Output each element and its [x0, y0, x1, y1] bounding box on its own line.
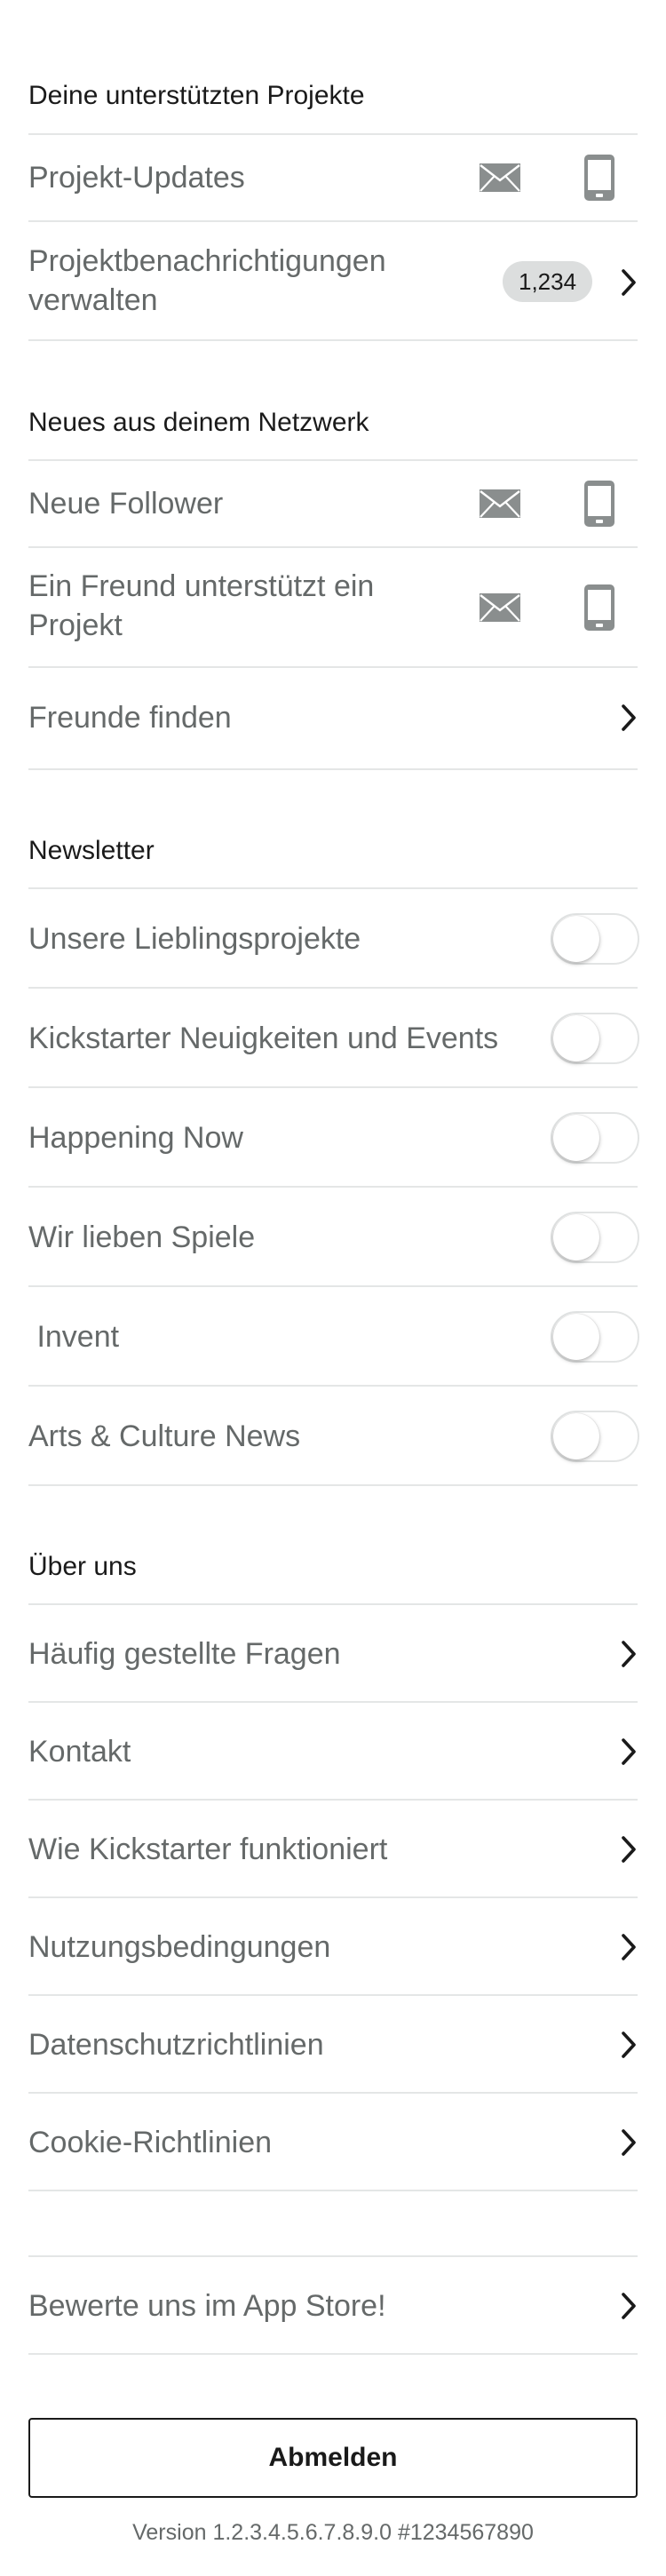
rate-app-label: Bewerte uns im App Store!: [28, 2289, 386, 2323]
divider: [28, 1285, 638, 1287]
toggle-knob: [553, 916, 599, 962]
chevron-right-icon: [622, 2031, 636, 2058]
chevron-right-icon: [622, 2129, 636, 2156]
divider: [28, 887, 638, 889]
mail-icon[interactable]: [480, 593, 520, 622]
row-label-manage-notifications-line1: Projektbenachrichtigungen: [28, 244, 386, 278]
divider: [28, 1484, 638, 1486]
chevron-right-icon: [622, 1934, 636, 1960]
chevron-right-icon: [622, 2293, 636, 2319]
logout-button[interactable]: Abmelden: [28, 2418, 638, 2498]
newsletter-toggle-games[interactable]: [551, 1212, 639, 1263]
divider: [28, 768, 638, 770]
about-label-faq: Häufig gestellte Fragen: [28, 1637, 341, 1671]
divider: [28, 2092, 638, 2094]
about-label-contact: Kontakt: [28, 1735, 131, 1769]
divider: [28, 1896, 638, 1898]
row-label-new-followers: Neue Follower: [28, 487, 224, 521]
chevron-right-icon: [622, 269, 636, 296]
settings-page: Deine unterstützten Projekte Projekt-Upd…: [0, 0, 666, 2576]
newsletter-toggle-happening-now[interactable]: [551, 1112, 639, 1164]
mail-icon[interactable]: [480, 163, 520, 192]
mail-icon[interactable]: [480, 489, 520, 518]
divider: [28, 2353, 638, 2355]
divider: [28, 133, 638, 135]
section-title-newsletter: Newsletter: [28, 836, 155, 865]
section-title-about: Über uns: [28, 1552, 137, 1581]
section-title-network: Neues aus deinem Netzwerk: [28, 408, 369, 437]
newsletter-label-news-events: Kickstarter Neuigkeiten und Events: [28, 1022, 499, 1055]
chevron-right-icon: [622, 704, 636, 731]
divider: [28, 1994, 638, 1996]
newsletter-toggle-invent[interactable]: [551, 1311, 639, 1363]
toggle-knob: [553, 1314, 599, 1360]
newsletter-label-favorites: Unsere Lieblingsprojekte: [28, 922, 361, 956]
about-label-how-it-works: Wie Kickstarter funktioniert: [28, 1833, 388, 1866]
section-title-supported-projects: Deine unterstützten Projekte: [28, 81, 365, 110]
about-label-cookies: Cookie-Richtlinien: [28, 2126, 273, 2159]
divider: [28, 2190, 638, 2191]
divider: [28, 987, 638, 989]
toggle-knob: [553, 1015, 599, 1061]
divider: [28, 1186, 638, 1188]
divider: [28, 666, 638, 668]
chevron-right-icon: [622, 1836, 636, 1863]
about-label-privacy: Datenschutzrichtlinien: [28, 2028, 324, 2062]
chevron-right-icon: [622, 1738, 636, 1765]
row-label-friend-backs-line1: Ein Freund unterstützt ein: [28, 569, 375, 603]
divider: [28, 1086, 638, 1088]
divider: [28, 1701, 638, 1703]
phone-icon[interactable]: [584, 155, 614, 201]
about-label-terms: Nutzungsbedingungen: [28, 1930, 331, 1964]
newsletter-toggle-favorites[interactable]: [551, 913, 639, 965]
newsletter-label-games: Wir lieben Spiele: [28, 1220, 256, 1254]
chevron-right-icon: [622, 1641, 636, 1667]
newsletter-label-invent: Invent: [28, 1320, 120, 1354]
divider: [28, 1603, 638, 1605]
divider: [28, 339, 638, 341]
newsletter-label-happening-now: Happening Now: [28, 1121, 243, 1155]
row-label-find-friends: Freunde finden: [28, 701, 232, 735]
toggle-knob: [553, 1413, 599, 1459]
divider: [28, 220, 638, 222]
row-label-project-updates: Projekt-Updates: [28, 161, 245, 195]
divider: [28, 1799, 638, 1801]
divider: [28, 1385, 638, 1387]
divider: [28, 546, 638, 548]
notification-count-badge: 1,234: [503, 261, 593, 302]
newsletter-label-arts-culture: Arts & Culture News: [28, 1419, 301, 1453]
phone-icon[interactable]: [584, 481, 614, 527]
newsletter-toggle-arts-culture[interactable]: [551, 1411, 639, 1462]
toggle-knob: [553, 1115, 599, 1161]
row-label-friend-backs-line2: Projekt: [28, 608, 123, 642]
divider: [28, 2255, 638, 2257]
divider: [28, 459, 638, 461]
newsletter-toggle-news-events[interactable]: [551, 1013, 639, 1064]
row-label-manage-notifications-line2: verwalten: [28, 283, 158, 317]
version-text: Version 1.2.3.4.5.6.7.8.9.0 #1234567890: [132, 2520, 534, 2545]
phone-icon[interactable]: [584, 584, 614, 631]
toggle-knob: [553, 1214, 599, 1260]
